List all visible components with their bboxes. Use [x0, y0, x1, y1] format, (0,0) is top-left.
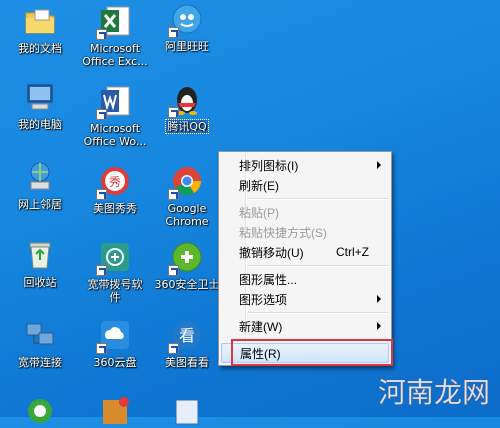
- qq-penguin-icon: [168, 82, 204, 118]
- icon-label: 360云盘: [93, 356, 137, 369]
- icon-label: 360安全卫士: [154, 278, 220, 291]
- desktop-icon-meitu-xiuxiu[interactable]: 秀 美图秀秀: [75, 164, 155, 215]
- menu-separator: [247, 312, 389, 314]
- network-icon: [23, 160, 57, 194]
- desktop-icon-my-documents[interactable]: 我的文档: [0, 4, 80, 55]
- shortcut-arrow-icon: [96, 343, 107, 354]
- icon-label: 美图看看: [165, 356, 209, 369]
- desktop-icon-broadband-dialer[interactable]: 宽带拨号软 件: [75, 240, 155, 304]
- menu-item-paste-shortcut[interactable]: 粘贴快捷方式(S): [221, 222, 389, 242]
- submenu-arrow-icon: [377, 322, 381, 330]
- excel-icon: [96, 4, 132, 40]
- desktop-icon-partial[interactable]: [0, 394, 80, 428]
- menu-separator: [247, 265, 389, 267]
- icon-label: 宽带连接: [18, 356, 62, 369]
- shortcut-arrow-icon: [96, 29, 107, 40]
- ie-browser-icon: [23, 394, 57, 428]
- desktop-icon-aliwangwang[interactable]: 阿里旺旺: [147, 2, 227, 53]
- icon-label: 腾讯QQ: [165, 119, 209, 134]
- shortcut-arrow-icon: [168, 265, 179, 276]
- word-icon: [96, 84, 132, 120]
- desktop-context-menu: 排列图标(I) 刷新(E) 粘贴(P) 粘贴快捷方式(S) 撤销移动(U) Ct…: [218, 151, 392, 366]
- shortcut-arrow-icon: [96, 265, 107, 276]
- svg-text:看: 看: [179, 326, 195, 345]
- watermark-logo: 河南龙网: [372, 367, 496, 413]
- icon-label: Google Chrome: [165, 202, 209, 228]
- icon-label: 我的文档: [18, 42, 62, 55]
- svg-text:秀: 秀: [109, 175, 121, 189]
- shortcut-arrow-icon: [168, 27, 179, 38]
- computer-icon: [23, 80, 57, 114]
- menu-item-new[interactable]: 新建(W): [221, 316, 389, 336]
- recycle-bin-icon: [23, 238, 57, 272]
- icon-label: 回收站: [23, 276, 57, 289]
- meitu-viewer-icon: 看: [168, 318, 204, 354]
- folder-icon: [23, 4, 57, 38]
- desktop-icon-network-places[interactable]: 网上邻居: [0, 160, 80, 211]
- desktop-icon-my-computer[interactable]: 我的电脑: [0, 80, 80, 131]
- shortcut-arrow-icon: [96, 109, 107, 120]
- desktop-icon-360-cloud[interactable]: 360云盘: [75, 318, 155, 369]
- desktop-icon-excel[interactable]: Microsoft Office Exc...: [75, 4, 155, 68]
- desktop-icon-partial[interactable]: [75, 394, 155, 428]
- meitu-xiuxiu-icon: 秀: [96, 164, 132, 200]
- desktop-icon-qq[interactable]: 腾讯QQ: [147, 82, 227, 134]
- desktop-icon-recycle-bin[interactable]: 回收站: [0, 238, 80, 289]
- shortcut-arrow-icon: [168, 107, 179, 118]
- shortcut-arrow-icon: [96, 189, 107, 200]
- cloud-disk-icon: [96, 318, 132, 354]
- menu-item-undo-move[interactable]: 撤销移动(U) Ctrl+Z: [221, 242, 389, 262]
- desktop-icon-broadband-connection[interactable]: 宽带连接: [0, 318, 80, 369]
- desktop-icon-word[interactable]: Microsoft Office Wo...: [75, 84, 155, 148]
- shortcut-arrow-icon: [168, 189, 179, 200]
- icon-label: Microsoft Office Exc...: [82, 42, 148, 68]
- chrome-icon: [168, 164, 204, 200]
- icon-label: 阿里旺旺: [165, 40, 209, 53]
- submenu-arrow-icon: [377, 295, 381, 303]
- icon-label: 宽带拨号软 件: [87, 278, 143, 304]
- menu-item-graphics-options[interactable]: 图形选项: [221, 289, 389, 309]
- desktop-icon-partial[interactable]: [147, 394, 227, 428]
- submenu-arrow-icon: [377, 161, 381, 169]
- desktop-icon-360-security[interactable]: 360安全卫士: [147, 240, 227, 291]
- network-connection-icon: [23, 318, 57, 352]
- aliwangwang-icon: [168, 2, 204, 38]
- icon-label: 我的电脑: [18, 118, 62, 131]
- menu-item-refresh[interactable]: 刷新(E): [221, 175, 389, 195]
- 360-security-icon: [168, 240, 204, 276]
- menu-separator: [247, 198, 389, 200]
- menu-item-paste[interactable]: 粘贴(P): [221, 202, 389, 222]
- menu-item-graphics-properties[interactable]: 图形属性...: [221, 269, 389, 289]
- app-icon: [170, 394, 204, 428]
- icon-label: 网上邻居: [18, 198, 62, 211]
- icon-label: 美图秀秀: [93, 202, 137, 215]
- desktop-icon-chrome[interactable]: Google Chrome: [147, 164, 227, 228]
- menu-item-arrange-icons[interactable]: 排列图标(I): [221, 155, 389, 175]
- svg-text:河南龙网: 河南龙网: [378, 376, 490, 409]
- desktop-icon-meitu-viewer[interactable]: 看 美图看看: [147, 318, 227, 369]
- shortcut-arrow-icon: [168, 343, 179, 354]
- app-icon: [98, 394, 132, 428]
- broadband-dialer-icon: [96, 240, 132, 276]
- highlight-annotation-box: [231, 339, 393, 366]
- icon-label: Microsoft Office Wo...: [83, 122, 147, 148]
